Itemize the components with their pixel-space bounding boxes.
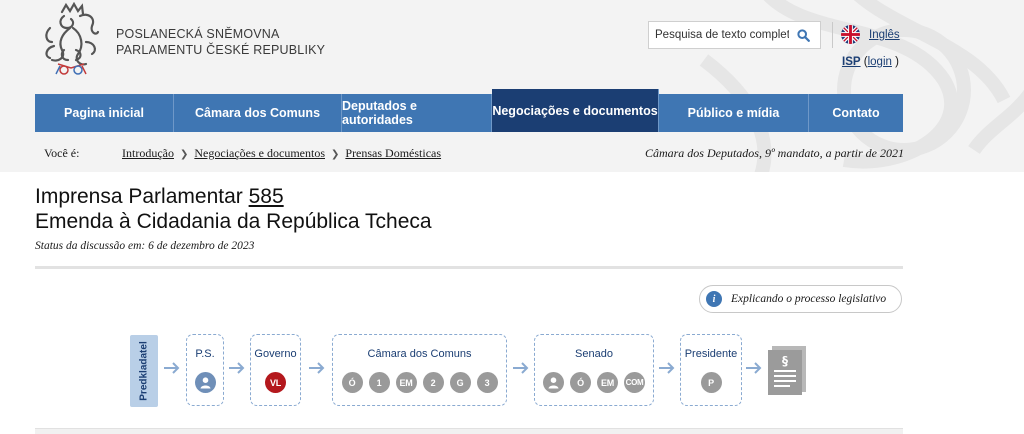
- stage-ps[interactable]: P.S.: [186, 334, 224, 406]
- main-nav: Pagina inicial Câmara dos Comuns Deputad…: [35, 89, 903, 132]
- breadcrumb-item-negotiations[interactable]: Negociações e documentos: [194, 146, 325, 160]
- stage-president[interactable]: Presidente P: [680, 334, 742, 406]
- arrow-right-icon: [746, 362, 762, 374]
- stage-label: Senado: [575, 348, 613, 360]
- legislative-term: Câmara dos Deputados, 9º mandato, a part…: [644, 146, 904, 160]
- login-line: ISP (login ): [842, 56, 899, 68]
- search-box: [648, 21, 821, 49]
- stage-government[interactable]: Governo VL: [250, 334, 301, 406]
- stage-label: Câmara dos Comuns: [367, 348, 472, 360]
- arrow-right-icon: [659, 362, 675, 374]
- search-icon: [796, 28, 810, 42]
- divider: [35, 266, 903, 269]
- step-chamber-3[interactable]: EM: [395, 372, 417, 393]
- arrow-right-icon: [309, 362, 325, 374]
- person-icon[interactable]: [194, 372, 216, 393]
- stage-label: Presidente: [684, 348, 738, 360]
- person-icon[interactable]: [543, 372, 564, 393]
- law-document-icon[interactable]: §: [766, 345, 808, 396]
- step-senate-2[interactable]: Ó: [570, 372, 591, 393]
- breadcrumb-prefix: Você é:: [44, 146, 80, 160]
- step-senate-4[interactable]: COM: [624, 372, 645, 393]
- nav-item-contact[interactable]: Contato: [809, 94, 903, 132]
- isp-link[interactable]: ISP: [842, 56, 861, 68]
- step-senate-3[interactable]: EM: [597, 372, 618, 393]
- breadcrumb-item-introduction[interactable]: Introdução: [122, 146, 174, 160]
- nav-item-public-media[interactable]: Público e mídia: [659, 94, 809, 132]
- info-icon: i: [706, 291, 722, 307]
- language-switch-link[interactable]: Inglês: [869, 29, 900, 41]
- step-chamber-5[interactable]: G: [449, 372, 471, 393]
- brand-line-1: POSLANECKÁ SNĚMOVNA: [116, 27, 280, 41]
- nav-item-deputies[interactable]: Deputados e autoridades: [342, 94, 492, 132]
- parliament-name[interactable]: POSLANECKÁ SNĚMOVNA PARLAMENTU ČESKÉ REP…: [116, 26, 325, 58]
- discussion-status: Status da discussão em: 6 de dezembro de…: [35, 240, 255, 252]
- page-title: Imprensa Parlamentar 585: [35, 184, 284, 209]
- legislative-process: Predkladatel P.S. Governo VL Câmara dos …: [0, 330, 1024, 410]
- breadcrumb-item-house-prints[interactable]: Prensas Domésticas: [345, 146, 441, 160]
- page-subtitle: Emenda à Cidadania da República Tcheca: [35, 210, 432, 233]
- uk-flag-icon[interactable]: [841, 25, 860, 44]
- explain-process-button[interactable]: i Explicando o processo legislativo: [699, 285, 902, 313]
- brand-line-2: PARLAMENTU ČESKÉ REPUBLIKY: [116, 43, 326, 57]
- step-president[interactable]: P: [700, 372, 722, 393]
- stage-senate[interactable]: Senado Ó EM COM: [534, 334, 654, 406]
- step-chamber-1[interactable]: Ó: [341, 372, 363, 393]
- nav-item-home[interactable]: Pagina inicial: [35, 94, 174, 132]
- nav-item-chamber[interactable]: Câmara dos Comuns: [174, 94, 342, 132]
- parliament-lion-logo: [45, 2, 100, 75]
- step-government[interactable]: VL: [265, 372, 286, 393]
- arrow-right-icon: [229, 362, 245, 374]
- proposer-tab[interactable]: Predkladatel: [130, 335, 158, 407]
- print-number-link[interactable]: 585: [249, 185, 284, 208]
- content-box-edge: [35, 428, 903, 434]
- arrow-right-icon: [164, 362, 180, 374]
- search-button[interactable]: [789, 22, 817, 48]
- header-separator: [832, 22, 833, 48]
- step-chamber-6[interactable]: 3: [476, 372, 498, 393]
- step-chamber-4[interactable]: 2: [422, 372, 444, 393]
- search-input[interactable]: [649, 29, 789, 41]
- chevron-right-icon: ❯: [331, 149, 340, 160]
- login-paren-close: ): [895, 56, 899, 68]
- page-title-prefix: Imprensa Parlamentar: [35, 185, 243, 208]
- login-link[interactable]: login: [868, 56, 892, 68]
- step-chamber-2[interactable]: 1: [368, 372, 390, 393]
- stage-label: Governo: [254, 348, 297, 360]
- svg-text:§: §: [782, 354, 788, 368]
- chevron-right-icon: ❯: [179, 149, 189, 160]
- arrow-right-icon: [513, 362, 529, 374]
- nav-item-negotiations[interactable]: Negociações e documentos: [492, 89, 659, 132]
- proposer-label: Predkladatel: [138, 341, 150, 401]
- stage-chamber[interactable]: Câmara dos Comuns Ó 1 EM 2 G 3: [332, 334, 507, 406]
- explain-process-label: Explicando o processo legislativo: [731, 293, 887, 305]
- stage-label: P.S.: [195, 348, 215, 360]
- header-band: POSLANECKÁ SNĚMOVNA PARLAMENTU ČESKÉ REP…: [0, 0, 1024, 172]
